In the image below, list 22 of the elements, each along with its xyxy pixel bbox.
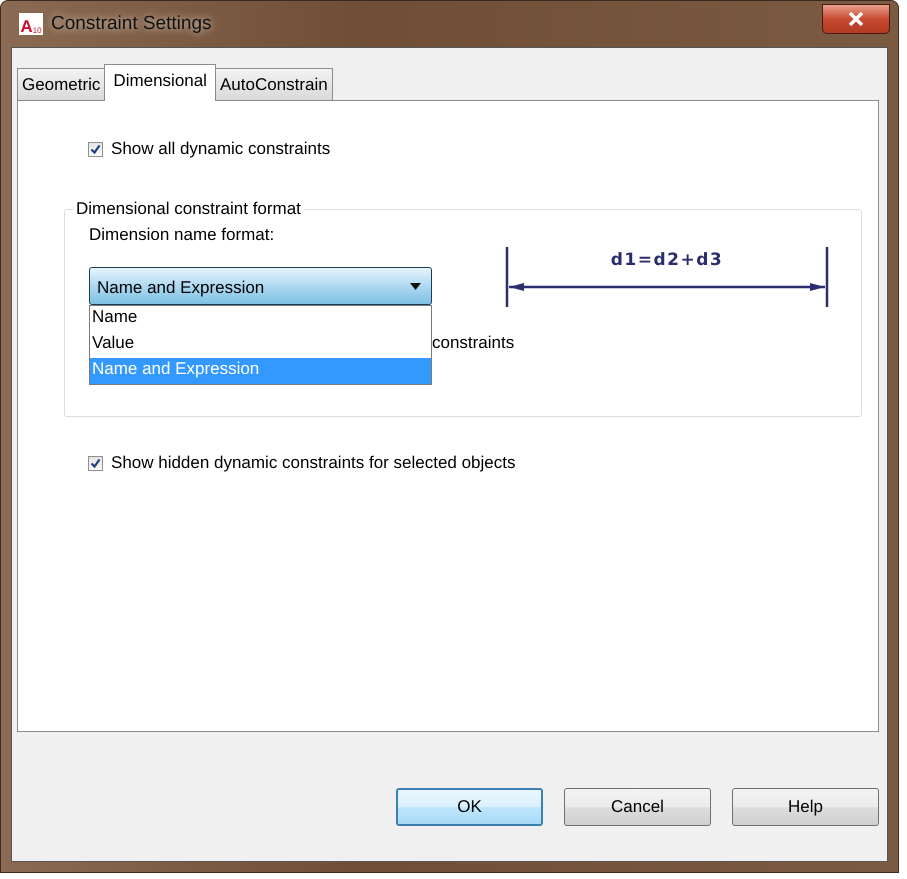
app-icon-version: 10 bbox=[32, 27, 42, 35]
group-title: Dimensional constraint format bbox=[75, 199, 302, 219]
app-icon-letter: A bbox=[20, 18, 33, 35]
dialog-button[interactable]: Help bbox=[732, 788, 879, 826]
checkbox-label: constraints bbox=[432, 333, 516, 353]
close-icon bbox=[848, 12, 864, 26]
dropdown-option[interactable]: Value bbox=[90, 332, 431, 358]
window-title: Constraint Settings bbox=[51, 13, 212, 35]
tab[interactable]: AutoConstrain bbox=[214, 68, 333, 100]
close-button[interactable] bbox=[822, 4, 890, 34]
caret-icon bbox=[410, 282, 421, 290]
tab[interactable]: Geometric bbox=[17, 68, 106, 100]
dialog-button[interactable]: Cancel bbox=[564, 788, 711, 826]
checkbox[interactable] bbox=[88, 456, 103, 470]
checkbox-label[interactable]: Show all dynamic constraints bbox=[111, 139, 330, 159]
checkbox[interactable] bbox=[88, 142, 103, 156]
tab[interactable]: Dimensional bbox=[104, 64, 216, 101]
dropdown-option[interactable]: Name bbox=[90, 306, 431, 332]
dimension-expression: d1=d2+d3 bbox=[610, 250, 724, 270]
field-label: Dimension name format: bbox=[89, 225, 276, 245]
checkbox-label[interactable]: Show hidden dynamic constraints for selected objects bbox=[111, 453, 516, 473]
dialog-button[interactable]: OK bbox=[396, 788, 543, 826]
